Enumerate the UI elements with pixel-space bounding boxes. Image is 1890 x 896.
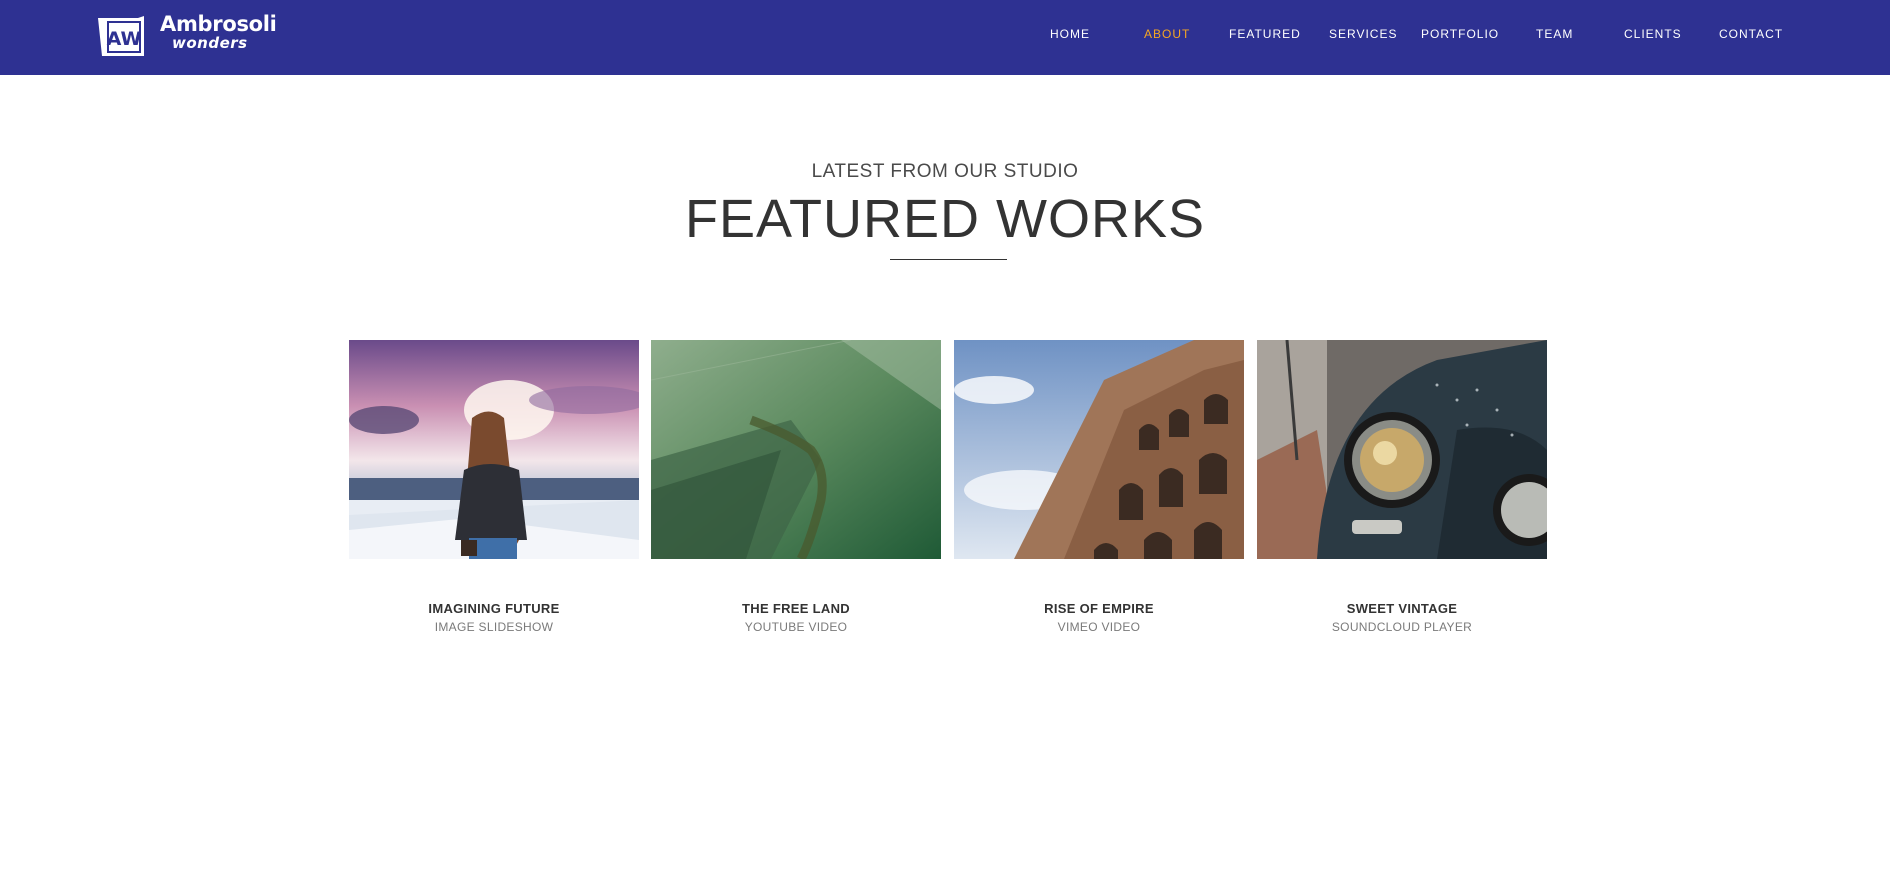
nav-home[interactable]: HOME xyxy=(1050,27,1090,41)
work-thumbnail[interactable] xyxy=(1257,340,1547,559)
nav-portfolio[interactable]: PORTFOLIO xyxy=(1421,27,1499,41)
brand-text: Ambrosoli wonders xyxy=(160,14,277,51)
nav-about[interactable]: ABOUT xyxy=(1144,27,1190,41)
work-card-sweet-vintage[interactable]: SWEET VINTAGE SOUNDCLOUD PLAYER xyxy=(1257,340,1547,634)
brand-logo[interactable]: AW Ambrosoli wonders xyxy=(98,14,277,58)
work-card-rise-of-empire[interactable]: RISE OF EMPIRE VIMEO VIDEO xyxy=(954,340,1244,634)
brand-name: Ambrosoli xyxy=(160,12,277,36)
work-title[interactable]: THE FREE LAND xyxy=(651,601,941,616)
colosseum-image xyxy=(954,340,1244,559)
nav-team[interactable]: TEAM xyxy=(1536,27,1573,41)
aerial-field-image xyxy=(651,340,941,559)
section-eyebrow: LATEST FROM OUR STUDIO xyxy=(811,161,1079,182)
nav-clients[interactable]: CLIENTS xyxy=(1624,27,1682,41)
nav-featured[interactable]: FEATURED xyxy=(1229,27,1301,41)
logo-mark-text: AW xyxy=(107,28,142,50)
title-divider xyxy=(890,259,1007,260)
work-title[interactable]: IMAGINING FUTURE xyxy=(349,601,639,616)
work-subtitle: SOUNDCLOUD PLAYER xyxy=(1331,620,1473,634)
work-subtitle: IMAGE SLIDESHOW xyxy=(434,620,554,634)
work-subtitle: VIMEO VIDEO xyxy=(1057,620,1141,634)
work-thumbnail[interactable] xyxy=(349,340,639,559)
woman-landscape-image xyxy=(349,340,639,559)
logo-mark-icon: AW xyxy=(98,16,144,56)
brand-tagline: wonders xyxy=(172,34,248,52)
work-thumbnail[interactable] xyxy=(954,340,1244,559)
work-card-imagining-future[interactable]: IMAGINING FUTURE IMAGE SLIDESHOW xyxy=(349,340,639,634)
nav-contact[interactable]: CONTACT xyxy=(1719,27,1783,41)
work-subtitle: YOUTUBE VIDEO xyxy=(744,620,848,634)
work-title[interactable]: SWEET VINTAGE xyxy=(1257,601,1547,616)
work-title[interactable]: RISE OF EMPIRE xyxy=(954,601,1244,616)
vintage-car-image xyxy=(1257,340,1547,559)
work-thumbnail[interactable] xyxy=(651,340,941,559)
top-navbar: AW Ambrosoli wonders HOME ABOUT FEATURED… xyxy=(0,0,1890,75)
work-card-the-free-land[interactable]: THE FREE LAND YOUTUBE VIDEO xyxy=(651,340,941,634)
section-title: FEATURED WORKS xyxy=(684,189,1205,249)
nav-services[interactable]: SERVICES xyxy=(1329,27,1397,41)
